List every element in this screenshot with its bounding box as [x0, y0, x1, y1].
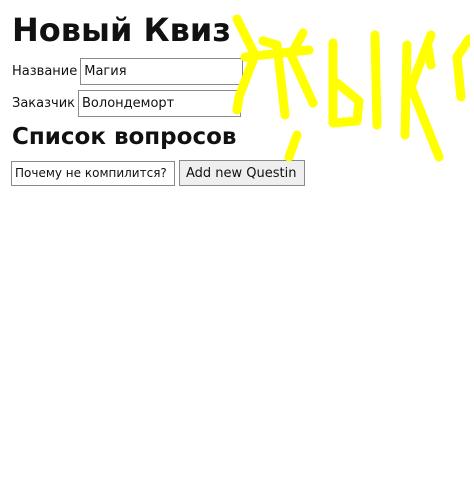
- questions-heading: Список вопросов: [12, 124, 237, 150]
- scribble-strokes: [232, 14, 470, 162]
- scribble-stroke-8: [406, 30, 444, 162]
- quiz-page: Новый Квиз Название Заказчик Список вопр…: [0, 0, 474, 477]
- client-input[interactable]: [78, 90, 242, 117]
- add-question-button[interactable]: Add new Questin: [179, 160, 305, 186]
- client-field-row: Заказчик: [12, 90, 242, 117]
- scribble-stroke-4: [286, 28, 318, 108]
- scribble-stroke-5: [328, 38, 364, 128]
- scribble-stroke-11: [284, 130, 302, 162]
- new-question-row: Add new Questin: [11, 160, 305, 186]
- name-input[interactable]: [80, 58, 244, 85]
- scribble-stroke-6: [370, 30, 382, 130]
- page-title: Новый Квиз: [12, 11, 231, 49]
- name-field-row: Название: [12, 58, 244, 85]
- scribble-stroke-3: [258, 36, 290, 120]
- name-label: Название: [12, 64, 78, 79]
- client-label: Заказчик: [12, 96, 76, 111]
- yellow-scribble-annotation: [232, 14, 470, 162]
- scribble-stroke-7: [400, 40, 412, 140]
- scribble-stroke-2: [240, 45, 314, 62]
- scribble-stroke-10: [423, 42, 436, 70]
- new-question-input[interactable]: [11, 160, 175, 186]
- scribble-stroke-9: [452, 34, 470, 102]
